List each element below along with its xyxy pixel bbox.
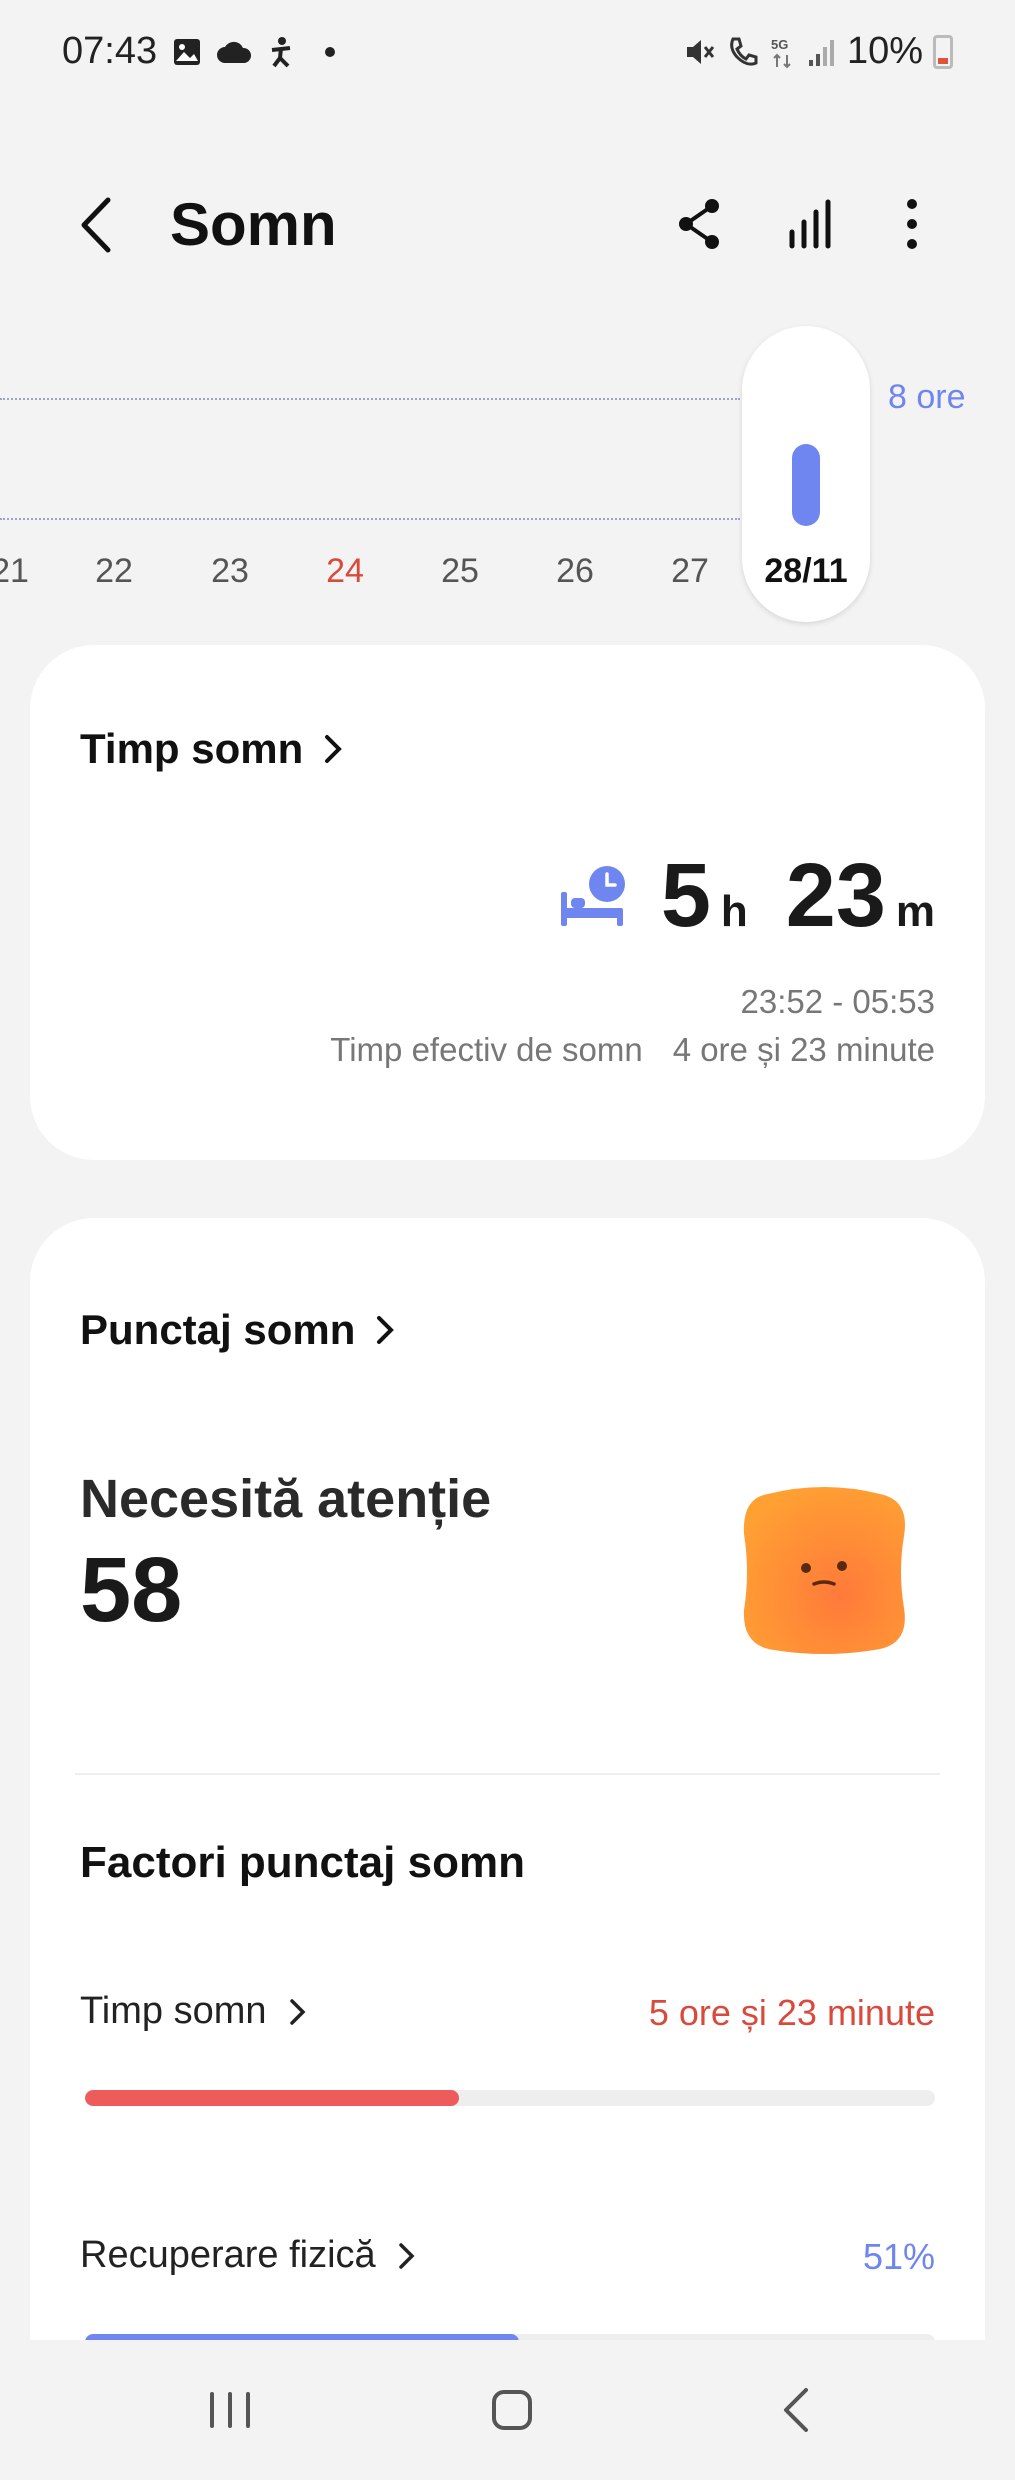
sleep-score-card-title[interactable]: Punctaj somn bbox=[80, 1306, 397, 1354]
sleep-time-card-title[interactable]: Timp somn bbox=[80, 725, 345, 773]
gallery-icon bbox=[174, 39, 200, 65]
sleep-duration-bar bbox=[792, 444, 820, 526]
battery-icon bbox=[933, 34, 953, 69]
back-nav-icon[interactable] bbox=[758, 2370, 838, 2450]
score-status: Necesită atenție bbox=[80, 1469, 492, 1529]
score-value: 58 bbox=[80, 1539, 183, 1641]
day-item[interactable]: 25 bbox=[420, 552, 500, 591]
recents-icon[interactable] bbox=[190, 2370, 270, 2450]
day-item[interactable]: 27 bbox=[650, 552, 730, 591]
factor-label-wrap: Timp somn bbox=[80, 1990, 309, 2033]
mute-icon bbox=[686, 39, 715, 64]
page-title: Somn bbox=[170, 191, 337, 258]
chart-icon[interactable] bbox=[780, 192, 844, 256]
dot-icon bbox=[325, 47, 335, 57]
sad-face-mascot-icon bbox=[743, 1487, 905, 1654]
share-icon[interactable] bbox=[668, 192, 732, 256]
effective-sleep-row: Timp efectiv de somn 4 ore și 23 minute bbox=[330, 1031, 935, 1069]
wifi-call-icon bbox=[730, 37, 758, 66]
factor-progress-fill bbox=[85, 2090, 459, 2106]
battery-percent: 10% bbox=[846, 30, 923, 72]
factor-row-sleep-time[interactable]: Timp somn 5 ore și 23 minute bbox=[80, 1990, 935, 2050]
minutes-unit: m bbox=[895, 887, 935, 936]
system-nav-bar bbox=[0, 2340, 1015, 2480]
day-item[interactable]: 22 bbox=[74, 552, 154, 591]
factor-label: Recuperare fizică bbox=[80, 2234, 376, 2276]
signal-icon bbox=[808, 39, 834, 66]
chevron-right-icon bbox=[377, 1316, 395, 1344]
day-item[interactable]: 21 bbox=[0, 552, 50, 591]
sleep-minutes: 23 bbox=[785, 846, 886, 946]
factor-value: 51% bbox=[862, 2236, 935, 2277]
chevron-right-icon bbox=[325, 735, 343, 763]
status-time: 07:43 bbox=[62, 30, 158, 72]
section-divider bbox=[75, 1773, 940, 1775]
cloud-icon bbox=[217, 41, 252, 63]
factor-row-physical-recovery[interactable]: Recuperare fizică 51% bbox=[80, 2234, 935, 2294]
bed-clock-icon bbox=[560, 865, 625, 926]
sleep-time-title-label: Timp somn bbox=[80, 725, 304, 772]
sleep-hours: 5 bbox=[660, 846, 711, 946]
day-item[interactable]: 23 bbox=[190, 552, 270, 591]
svg-text:5G: 5G bbox=[771, 37, 788, 52]
factor-value: 5 ore și 23 minute bbox=[648, 1992, 935, 2033]
effective-sleep-value: 4 ore și 23 minute bbox=[672, 1031, 935, 1068]
day-item[interactable]: 26 bbox=[535, 552, 615, 591]
factor-label: Timp somn bbox=[80, 1990, 267, 2032]
home-icon[interactable] bbox=[472, 2370, 552, 2450]
factor-label-wrap: Recuperare fizică bbox=[80, 2234, 418, 2277]
back-icon[interactable] bbox=[68, 190, 128, 260]
chevron-right-icon bbox=[398, 2242, 415, 2269]
5g-icon: 5G bbox=[771, 37, 791, 68]
sleep-score-title-label: Punctaj somn bbox=[80, 1306, 356, 1353]
status-bar: 07:43 5G 10% bbox=[0, 0, 1015, 110]
effective-sleep-label: Timp efectiv de somn bbox=[330, 1031, 643, 1068]
accessibility-icon bbox=[271, 37, 291, 68]
day-item-highlighted[interactable]: 24 bbox=[305, 552, 385, 591]
date-strip: 21 22 23 24 25 26 27 28/11 8 ore bbox=[0, 320, 1015, 630]
hours-unit: h bbox=[720, 887, 748, 936]
sleep-score-card: Punctaj somn Necesită atenție 58 Factori… bbox=[30, 1218, 985, 2350]
status-system-icons: 5G 10% bbox=[683, 30, 953, 73]
sleep-time-card[interactable]: Timp somn 5 h 23 m 23:52 - 05:53 Timp ef… bbox=[30, 645, 985, 1160]
sleep-time-range: 23:52 - 05:53 bbox=[740, 983, 936, 1020]
selected-day-pill[interactable]: 28/11 bbox=[742, 326, 870, 622]
chevron-right-icon bbox=[289, 1998, 305, 2025]
factor-progress-track bbox=[85, 2090, 935, 2106]
factors-title: Factori punctaj somn bbox=[80, 1838, 525, 1887]
status-notification-icons bbox=[172, 36, 340, 68]
sleep-duration: 5 h 23 m bbox=[557, 845, 935, 948]
goal-line bbox=[0, 398, 740, 400]
app-header: Somn bbox=[0, 170, 1015, 280]
goal-label: 8 ore bbox=[888, 378, 966, 416]
baseline-line bbox=[0, 518, 740, 520]
more-icon[interactable] bbox=[880, 192, 944, 256]
selected-date: 28/11 bbox=[764, 552, 848, 590]
